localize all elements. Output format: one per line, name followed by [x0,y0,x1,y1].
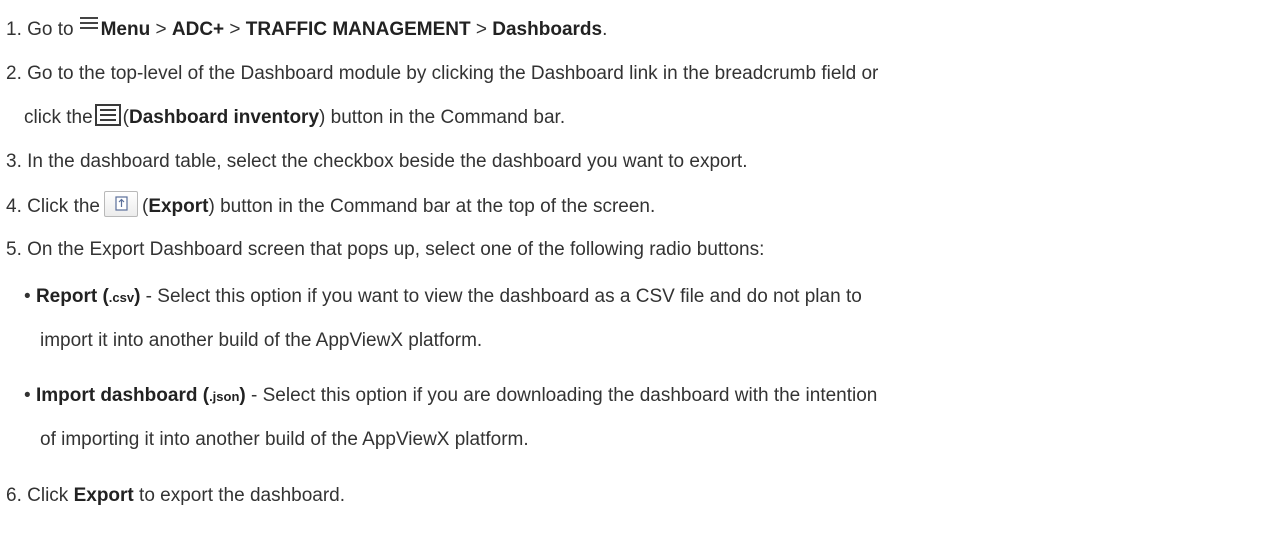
step-6-post: to export the dashboard. [133,485,346,506]
step-3-text: 3. In the dashboard table, select the ch… [6,151,748,172]
bullet: • [24,286,36,307]
traffic-management-label: TRAFFIC MANAGEMENT [245,19,471,40]
period: . [602,19,608,40]
export-icon [103,191,138,217]
step-1-text: 1. Go to [6,19,74,40]
dashboards-label: Dashboards [492,19,603,40]
export-label: Export [73,485,134,506]
step-2-post: ) button in the Command bar. [319,107,566,128]
import-label: Import dashboard ( [35,385,210,406]
menu-label: Menu [100,19,151,40]
option-report: • Report (.csv) - Select this option if … [24,285,862,310]
dashboard-inventory-label: Dashboard inventory [128,107,320,128]
report-description-cont: import it into another build of the AppV… [40,330,483,351]
export-glyph [115,196,128,211]
step-4: 4. Click the (Export) button in the Comma… [6,191,656,220]
step-4-pre: 4. Click the [6,196,100,218]
import-extension: .json [209,389,240,404]
report-label: Report ( [35,286,109,307]
option-import: • Import dashboard (.json) - Select this… [24,384,877,409]
step-2: 2. Go to the top-level of the Dashboard … [6,62,878,86]
separator: > [470,19,493,40]
separator: > [224,19,246,40]
step-1: 1. Go to Menu > ADC+ > TRAFFIC MANAGEMENT… [6,16,608,42]
step-4-post: ) button in the Command bar at the top o… [208,196,656,218]
adc-label: ADC+ [171,19,225,40]
step-5-text: 5. On the Export Dashboard screen that p… [6,239,765,260]
step-3: 3. In the dashboard table, select the ch… [6,150,748,174]
hamburger-menu-icon [79,16,98,31]
step-6-pre: 6. Click [6,485,74,506]
step-2-continued: click the (Dashboard inventory) button in… [24,103,566,130]
option-import-continued: of importing it into another build of th… [40,428,529,452]
separator: > [150,19,172,40]
step-2-pre: click the [24,107,93,128]
export-label: Export [148,196,209,218]
report-extension: .csv [108,290,135,305]
report-description: - Select this option if you want to view… [140,286,862,307]
step-6: 6. Click Export to export the dashboard. [6,484,345,508]
bullet: • [24,385,36,406]
step-5: 5. On the Export Dashboard screen that p… [6,238,764,262]
procedure-document: 1. Go to Menu > ADC+ > TRAFFIC MANAGEMENT… [0,0,1261,552]
step-2-text: 2. Go to the top-level of the Dashboard … [6,63,879,84]
dashboard-inventory-icon [94,103,121,126]
option-report-continued: import it into another build of the AppV… [40,329,482,353]
import-description: - Select this option if you are download… [245,385,878,406]
import-description-cont: of importing it into another build of th… [40,429,529,450]
